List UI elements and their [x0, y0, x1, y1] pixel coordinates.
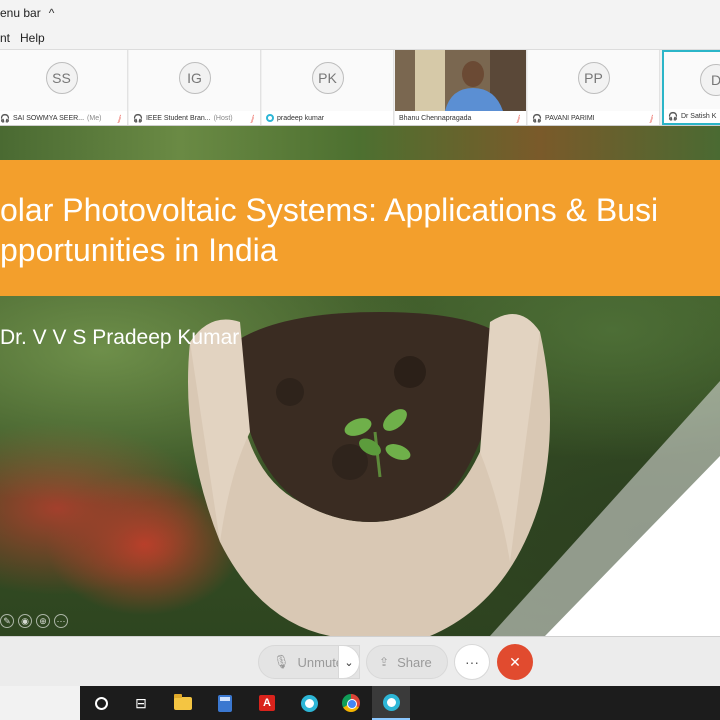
chevron-down-icon: ⌄ — [344, 656, 354, 669]
headphone-icon: 🎧 — [0, 113, 10, 123]
taskbar-search-box[interactable] — [0, 686, 80, 720]
avatar: D — [700, 64, 720, 96]
more-button[interactable]: ··· — [454, 644, 490, 680]
participant-role: (Me) — [87, 114, 102, 122]
avatar: PK — [311, 62, 344, 94]
muted-mic-icon: ⅉ — [251, 114, 254, 123]
participant-tile[interactable]: PK pradeep kumar — [262, 50, 394, 125]
participant-tile[interactable]: SS 🎧 SAI SOWMYA SEER... (Me) ⅉ — [0, 50, 128, 125]
file-explorer-button[interactable] — [164, 686, 202, 720]
share-label: Share — [397, 654, 432, 670]
participant-name: IEEE Student Bran... — [145, 114, 211, 122]
headphone-icon: 🎧 — [532, 113, 542, 123]
cortana-button[interactable] — [82, 686, 120, 720]
avatar: IG — [178, 62, 211, 94]
muted-mic-icon: ⅉ — [650, 114, 653, 123]
participant-strip: SS 🎧 SAI SOWMYA SEER... (Me) ⅉ IG 🎧 IEEE… — [0, 50, 720, 126]
participant-name: Bhanu Chennapragada — [399, 114, 472, 122]
unmute-label: Unmute — [297, 654, 344, 670]
meeting-app-icon — [300, 694, 318, 712]
participant-name-bar: 🎧 IEEE Student Bran... (Host) — [129, 111, 260, 125]
chrome-icon — [342, 694, 360, 712]
avatar: SS — [45, 62, 78, 94]
close-icon: ✕ — [509, 653, 521, 670]
participant-name: Dr Satish K — [680, 112, 717, 120]
leave-meeting-button[interactable]: ✕ — [497, 644, 533, 680]
slide-toolbar: ✎ ◉ ⊕ ⋯ — [0, 614, 68, 628]
menu-bar: nt Help — [0, 26, 720, 50]
participant-name: PAVANI PARIMI — [544, 114, 595, 122]
share-button[interactable]: ⇪ Share — [366, 645, 448, 679]
laser-icon[interactable]: ◉ — [18, 614, 32, 628]
headphone-icon: 🎧 — [133, 113, 143, 123]
task-view-button[interactable]: ⊟ — [122, 686, 160, 720]
chrome-button[interactable] — [332, 686, 370, 720]
meeting-app-button-active[interactable] — [372, 686, 410, 720]
meeting-control-bar: 🎙 Unmute ⌄ ⇪ Share ··· ✕ — [0, 636, 720, 686]
meeting-app-button[interactable] — [290, 686, 328, 720]
acrobat-button[interactable]: A — [248, 686, 286, 720]
task-view-icon: ⊟ — [135, 694, 147, 711]
acrobat-icon: A — [259, 695, 275, 711]
muted-mic-icon: ⅉ — [517, 114, 520, 123]
menu-item-help[interactable]: Help — [20, 31, 45, 45]
microphone-icon: 🎙 — [273, 654, 290, 669]
participant-video — [395, 50, 526, 111]
chevron-up-icon[interactable]: ^ — [49, 6, 55, 20]
participant-tile[interactable]: PP 🎧 PAVANI PARIMI ⅉ — [528, 50, 660, 125]
participant-video-tile[interactable]: Bhanu Chennapragada ⅉ — [395, 50, 527, 125]
app-ring-icon — [266, 114, 274, 122]
participant-name-bar: pradeep kumar — [262, 111, 393, 125]
screen: enu bar ^ nt Help SS 🎧 SAI SOWMYA SEER..… — [0, 0, 720, 720]
participant-tile[interactable]: IG 🎧 IEEE Student Bran... (Host) ⅉ — [129, 50, 261, 125]
file-explorer-icon — [174, 693, 192, 710]
meeting-app-icon — [382, 693, 400, 711]
calculator-icon — [218, 694, 232, 712]
participant-name: SAI SOWMYA SEER... — [12, 114, 85, 122]
zoom-icon[interactable]: ⊕ — [36, 614, 50, 628]
slide-title-line-2: pportunities in India — [0, 232, 278, 268]
avatar: PP — [577, 62, 610, 94]
more-options-icon[interactable]: ⋯ — [54, 614, 68, 628]
share-screen-icon: ⇪ — [379, 655, 390, 669]
windows-taskbar: ⊟ A — [0, 686, 720, 720]
cortana-icon — [94, 696, 108, 710]
slide-title-line-1: olar Photovoltaic Systems: Applications … — [0, 192, 659, 228]
pen-icon[interactable]: ✎ — [0, 614, 14, 628]
muted-mic-icon: ⅉ — [118, 114, 121, 123]
participant-tile-active[interactable]: D 🎧 Dr Satish K — [662, 50, 720, 125]
window-title-bar: enu bar ^ — [0, 0, 720, 26]
window-title: enu bar — [0, 6, 41, 20]
participant-name-bar: 🎧 Dr Satish K — [664, 109, 720, 123]
participant-name-bar: 🎧 SAI SOWMYA SEER... (Me) — [0, 111, 127, 125]
slide-title-banner: olar Photovoltaic Systems: Applications … — [0, 160, 720, 296]
headphone-icon: 🎧 — [668, 111, 678, 121]
calculator-button[interactable] — [206, 686, 244, 720]
participant-name-bar: 🎧 PAVANI PARIMI — [528, 111, 659, 125]
shared-slide: olar Photovoltaic Systems: Applications … — [0, 126, 720, 636]
slide-author: Dr. V V S Pradeep Kumar — [0, 326, 240, 349]
participant-role: (Host) — [213, 114, 233, 122]
menu-item-meeting[interactable]: nt — [0, 31, 10, 45]
participant-name-bar: Bhanu Chennapragada — [395, 111, 526, 125]
participant-name: pradeep kumar — [277, 114, 325, 122]
more-icon: ··· — [465, 654, 479, 670]
